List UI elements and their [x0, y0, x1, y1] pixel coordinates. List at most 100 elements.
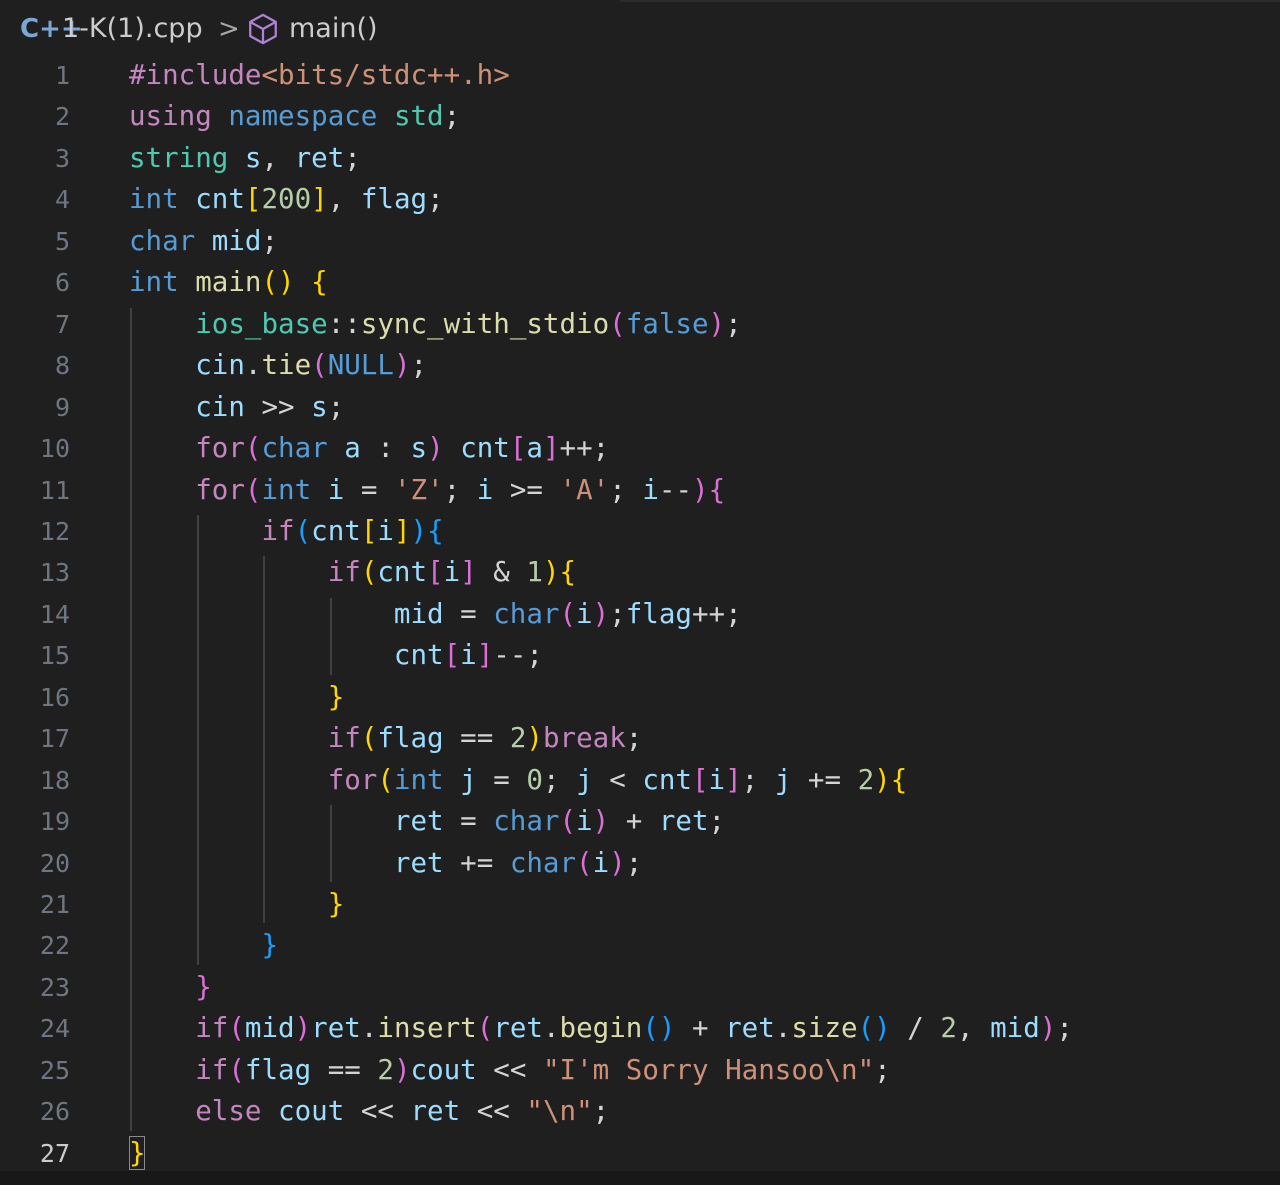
code-line[interactable]: 14 mid = char(i);flag++; — [0, 594, 1280, 635]
code-editor[interactable]: 1 #include<bits/stdc++.h> 2 using namespace… — [0, 55, 1280, 1171]
number-token: 1 — [526, 556, 543, 589]
line-number[interactable]: 2 — [0, 96, 70, 137]
variable-token: s — [311, 390, 328, 423]
code-line[interactable]: 12 if(cnt[i]){ — [0, 511, 1280, 552]
code-line[interactable]: 4 int cnt[200], flag; — [0, 179, 1280, 220]
code-line[interactable]: 1 #include<bits/stdc++.h> — [0, 55, 1280, 96]
punctuation-token: ; — [725, 307, 742, 340]
line-number[interactable]: 8 — [0, 345, 70, 386]
code-line[interactable]: 11 for(int i = 'Z'; i >= 'A'; i--){ — [0, 470, 1280, 511]
breadcrumb-file-name[interactable]: 1-K(1).cpp — [62, 10, 203, 48]
variable-token: i — [576, 805, 593, 838]
preprocessor-token: #include — [129, 59, 262, 91]
line-number[interactable]: 15 — [0, 635, 70, 676]
line-number[interactable]: 1 — [0, 55, 70, 96]
line-number[interactable]: 24 — [0, 1008, 70, 1049]
type-keyword-token: int — [393, 763, 444, 796]
line-number[interactable]: 11 — [0, 470, 70, 511]
variable-token: i — [377, 514, 394, 547]
line-number[interactable]: 25 — [0, 1050, 70, 1091]
code-text: for(char a : s) cnt[a]++; — [129, 428, 609, 469]
variable-token: a — [344, 432, 361, 465]
breadcrumb-symbol-name[interactable]: main() — [289, 10, 378, 48]
bracket-token: ) — [294, 1012, 312, 1045]
punctuation-token — [129, 971, 195, 1003]
code-line[interactable]: 20 ret += char(i); — [0, 843, 1280, 884]
line-number[interactable]: 22 — [0, 925, 70, 966]
keyword-token: if — [261, 514, 295, 547]
bracket-token: ( — [377, 763, 394, 796]
line-number[interactable]: 9 — [0, 387, 70, 428]
code-line[interactable]: 10 for(char a : s) cnt[a]++; — [0, 428, 1280, 469]
punctuation-token: ; — [708, 805, 726, 838]
line-number[interactable]: 3 — [0, 138, 70, 179]
variable-token: cin — [195, 390, 245, 423]
punctuation-token: << — [460, 1095, 527, 1128]
bracket-token: ( — [244, 473, 262, 506]
string-token: 'Z' — [393, 473, 444, 506]
bracket-token: ) — [427, 432, 444, 465]
type-keyword-token: int — [129, 266, 179, 299]
code-line[interactable]: 24 if(mid)ret.insert(ret.begin() + ret.s… — [0, 1008, 1280, 1049]
code-line[interactable]: 9 cin >> s; — [0, 387, 1280, 428]
line-number[interactable]: 16 — [0, 677, 70, 718]
line-number[interactable]: 20 — [0, 843, 70, 884]
code-line[interactable]: 23 } — [0, 967, 1280, 1008]
code-line[interactable]: 18 for(int j = 0; j < cnt[i]; j += 2){ — [0, 760, 1280, 801]
bracket-token: [ — [360, 514, 378, 547]
code-text: using namespace std; — [129, 96, 460, 137]
type-keyword-token: NULL — [327, 349, 394, 382]
variable-token: a — [526, 432, 543, 465]
line-number[interactable]: 14 — [0, 594, 70, 635]
line-number[interactable]: 17 — [0, 718, 70, 759]
punctuation-token — [129, 474, 195, 506]
punctuation-token — [129, 805, 394, 837]
punctuation-token: ; — [443, 473, 477, 506]
line-number[interactable]: 4 — [0, 179, 70, 220]
line-number[interactable]: 19 — [0, 801, 70, 842]
punctuation-token: ; — [327, 390, 345, 423]
line-number[interactable]: 13 — [0, 552, 70, 593]
code-line[interactable]: 26 else cout << ret << "\n"; — [0, 1091, 1280, 1132]
code-line[interactable]: 21 } — [0, 884, 1280, 925]
code-line[interactable]: 17 if(flag == 2)break; — [0, 718, 1280, 759]
code-line[interactable]: 19 ret = char(i) + ret; — [0, 801, 1280, 842]
code-line[interactable]: 5 char mid; — [0, 221, 1280, 262]
line-number[interactable]: 7 — [0, 304, 70, 345]
bracket-token: () — [261, 266, 295, 299]
variable-token: i — [476, 473, 494, 506]
bracket-token: ) — [542, 556, 560, 589]
bracket-token: ( — [609, 307, 626, 340]
line-number[interactable]: 6 — [0, 262, 70, 303]
line-number[interactable]: 12 — [0, 511, 70, 552]
code-line[interactable]: 15 cnt[i]--; — [0, 635, 1280, 676]
line-number[interactable]: 10 — [0, 428, 70, 469]
line-number[interactable]: 27 — [0, 1133, 70, 1174]
line-number[interactable]: 23 — [0, 967, 70, 1008]
function-token: sync_with_stdio — [360, 307, 610, 340]
code-line[interactable]: 25 if(flag == 2)cout << "I'm Sorry Hanso… — [0, 1050, 1280, 1091]
code-line[interactable]: 13 if(cnt[i] & 1){ — [0, 552, 1280, 593]
code-line[interactable]: 27} — [0, 1133, 1280, 1174]
variable-token: ret — [393, 805, 444, 838]
variable-token: j — [460, 763, 477, 796]
line-number[interactable]: 21 — [0, 884, 70, 925]
code-line[interactable]: 6 int main() { — [0, 262, 1280, 303]
variable-token: mid — [990, 1012, 1040, 1045]
function-token: main — [195, 266, 262, 299]
variable-token: ret — [410, 1095, 461, 1128]
code-line[interactable]: 3 string s, ret; — [0, 138, 1280, 179]
line-number[interactable]: 5 — [0, 221, 70, 262]
punctuation-token — [129, 598, 394, 630]
line-number[interactable]: 26 — [0, 1091, 70, 1132]
code-line[interactable]: 2 using namespace std; — [0, 96, 1280, 137]
code-line[interactable]: 16 } — [0, 677, 1280, 718]
code-line[interactable]: 22 } — [0, 925, 1280, 966]
code-line[interactable]: 8 cin.tie(NULL); — [0, 345, 1280, 386]
code-line[interactable]: 7 ios_base::sync_with_stdio(false); — [0, 304, 1280, 345]
bracket-token: ) — [410, 514, 428, 547]
bracket-token: ) — [393, 349, 411, 382]
keyword-token: break — [542, 722, 626, 755]
line-number[interactable]: 18 — [0, 760, 70, 801]
punctuation-token: << — [476, 1053, 543, 1086]
